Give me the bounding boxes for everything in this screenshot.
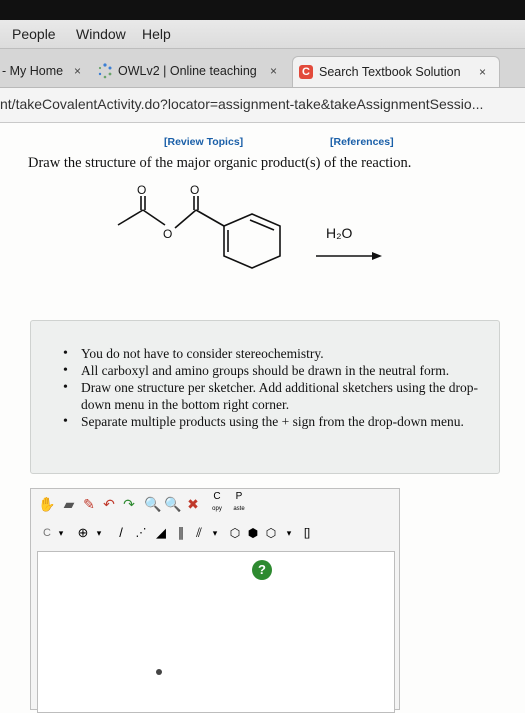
copy-label: C <box>213 491 221 502</box>
zoom-out-icon[interactable]: 🔍 <box>163 494 183 514</box>
address-url[interactable]: nt/takeCovalentActivity.do?locator=assig… <box>0 96 483 112</box>
app-menubar: People Window Help <box>0 20 525 49</box>
sketcher-canvas[interactable]: ? <box>37 551 395 713</box>
tab-strip: - My Home × OWLv2 | Online teaching × C … <box>0 49 525 88</box>
instructions-list: You do not have to consider stereochemis… <box>31 345 491 430</box>
tab-owlv2-label: OWLv2 | Online teaching <box>118 64 257 78</box>
instructions-panel: You do not have to consider stereochemis… <box>30 320 500 474</box>
question-text: Draw the structure of the major organic … <box>28 155 412 171</box>
instruction-item: You do not have to consider stereochemis… <box>63 345 491 362</box>
tab-search-textbook-label: Search Textbook Solution <box>319 65 461 79</box>
address-bar[interactable]: nt/takeCovalentActivity.do?locator=assig… <box>0 88 525 123</box>
tab-my-home-label: - My Home <box>2 64 64 78</box>
reagent-label: H₂O <box>326 225 353 241</box>
menu-people[interactable]: People <box>12 26 56 42</box>
zoom-in-icon[interactable]: 🔍 <box>143 494 163 514</box>
tab-my-home[interactable]: - My Home × <box>0 56 88 86</box>
review-topics-link[interactable]: [Review Topics] <box>164 136 243 148</box>
cyclopropane-icon[interactable]: ⬡ <box>225 523 245 543</box>
carbonyl-oxygen-1: O <box>137 183 146 197</box>
paste-label: P <box>235 491 243 502</box>
reactant-structure <box>117 196 281 269</box>
references-link[interactable]: [References] <box>330 136 394 148</box>
cyclohexane-icon[interactable]: ⬡ <box>261 523 281 543</box>
canvas-cursor-dot <box>156 669 162 675</box>
undo-icon[interactable]: ↶ <box>99 494 119 514</box>
chevron-down-icon[interactable]: ▾ <box>89 523 109 543</box>
sketcher-toolbar-bottom: C ▾ ⊕ ▾ / ⋰ ◢ ∥ ⫽ ▾ ⬡ ⬢ ⬡ ▾ [] <box>31 521 399 547</box>
paste-button[interactable]: P aste <box>229 491 249 512</box>
wedge-bond-icon[interactable]: ◢ <box>151 523 171 543</box>
tab-my-home-close[interactable]: × <box>74 64 81 78</box>
copy-button[interactable]: C opy <box>207 491 227 512</box>
tab-search-textbook-close[interactable]: × <box>479 65 486 79</box>
draw-pencil-icon[interactable]: ✎ <box>79 494 99 514</box>
bridge-oxygen: O <box>163 227 172 241</box>
chevron-down-icon[interactable]: ▾ <box>205 523 225 543</box>
hand-icon[interactable]: ✋ <box>37 494 57 514</box>
tab-owlv2[interactable]: OWLv2 | Online teaching × <box>92 56 288 86</box>
paste-sub: aste <box>233 506 245 512</box>
bracket-icon[interactable]: [] <box>297 523 317 543</box>
menu-window[interactable]: Window <box>76 26 126 42</box>
instruction-item: Draw one structure per sketcher. Add add… <box>63 379 491 413</box>
dashed-bond-icon[interactable]: ⋰ <box>131 523 151 543</box>
erase-icon[interactable]: ▰ <box>59 494 79 514</box>
single-bond-icon[interactable]: / <box>111 523 131 543</box>
clean-icon[interactable]: ✖ <box>183 494 203 514</box>
chevron-down-icon[interactable]: ▾ <box>279 523 299 543</box>
screen-top-edge <box>0 0 525 20</box>
double-bond-icon[interactable]: ∥ <box>171 523 191 543</box>
chegg-logo-icon: C <box>299 65 313 79</box>
reaction-arrow <box>316 252 382 260</box>
loading-spinner-icon <box>98 63 112 79</box>
help-button[interactable]: ? <box>252 560 272 580</box>
menu-help[interactable]: Help <box>142 26 171 42</box>
carbonyl-oxygen-2: O <box>190 183 199 197</box>
copy-sub: opy <box>212 506 222 512</box>
structure-sketcher[interactable]: ✋ ▰ ✎ ↶ ↷ 🔍 🔍 ✖ C opy P aste C ▾ ⊕ ▾ / ⋰… <box>30 488 400 713</box>
tab-search-textbook[interactable]: C Search Textbook Solution × <box>292 56 500 87</box>
instruction-item: Separate multiple products using the + s… <box>63 413 491 430</box>
chevron-down-icon[interactable]: ▾ <box>51 523 71 543</box>
tab-owlv2-close[interactable]: × <box>270 64 277 78</box>
redo-icon[interactable]: ↷ <box>119 494 139 514</box>
benzene-icon[interactable]: ⬢ <box>243 523 263 543</box>
sketcher-toolbar-top: ✋ ▰ ✎ ↶ ↷ 🔍 🔍 ✖ C opy P aste <box>31 489 399 519</box>
reaction-scheme: O O O H₂O <box>117 183 382 269</box>
instruction-item: All carboxyl and amino groups should be … <box>63 362 491 379</box>
